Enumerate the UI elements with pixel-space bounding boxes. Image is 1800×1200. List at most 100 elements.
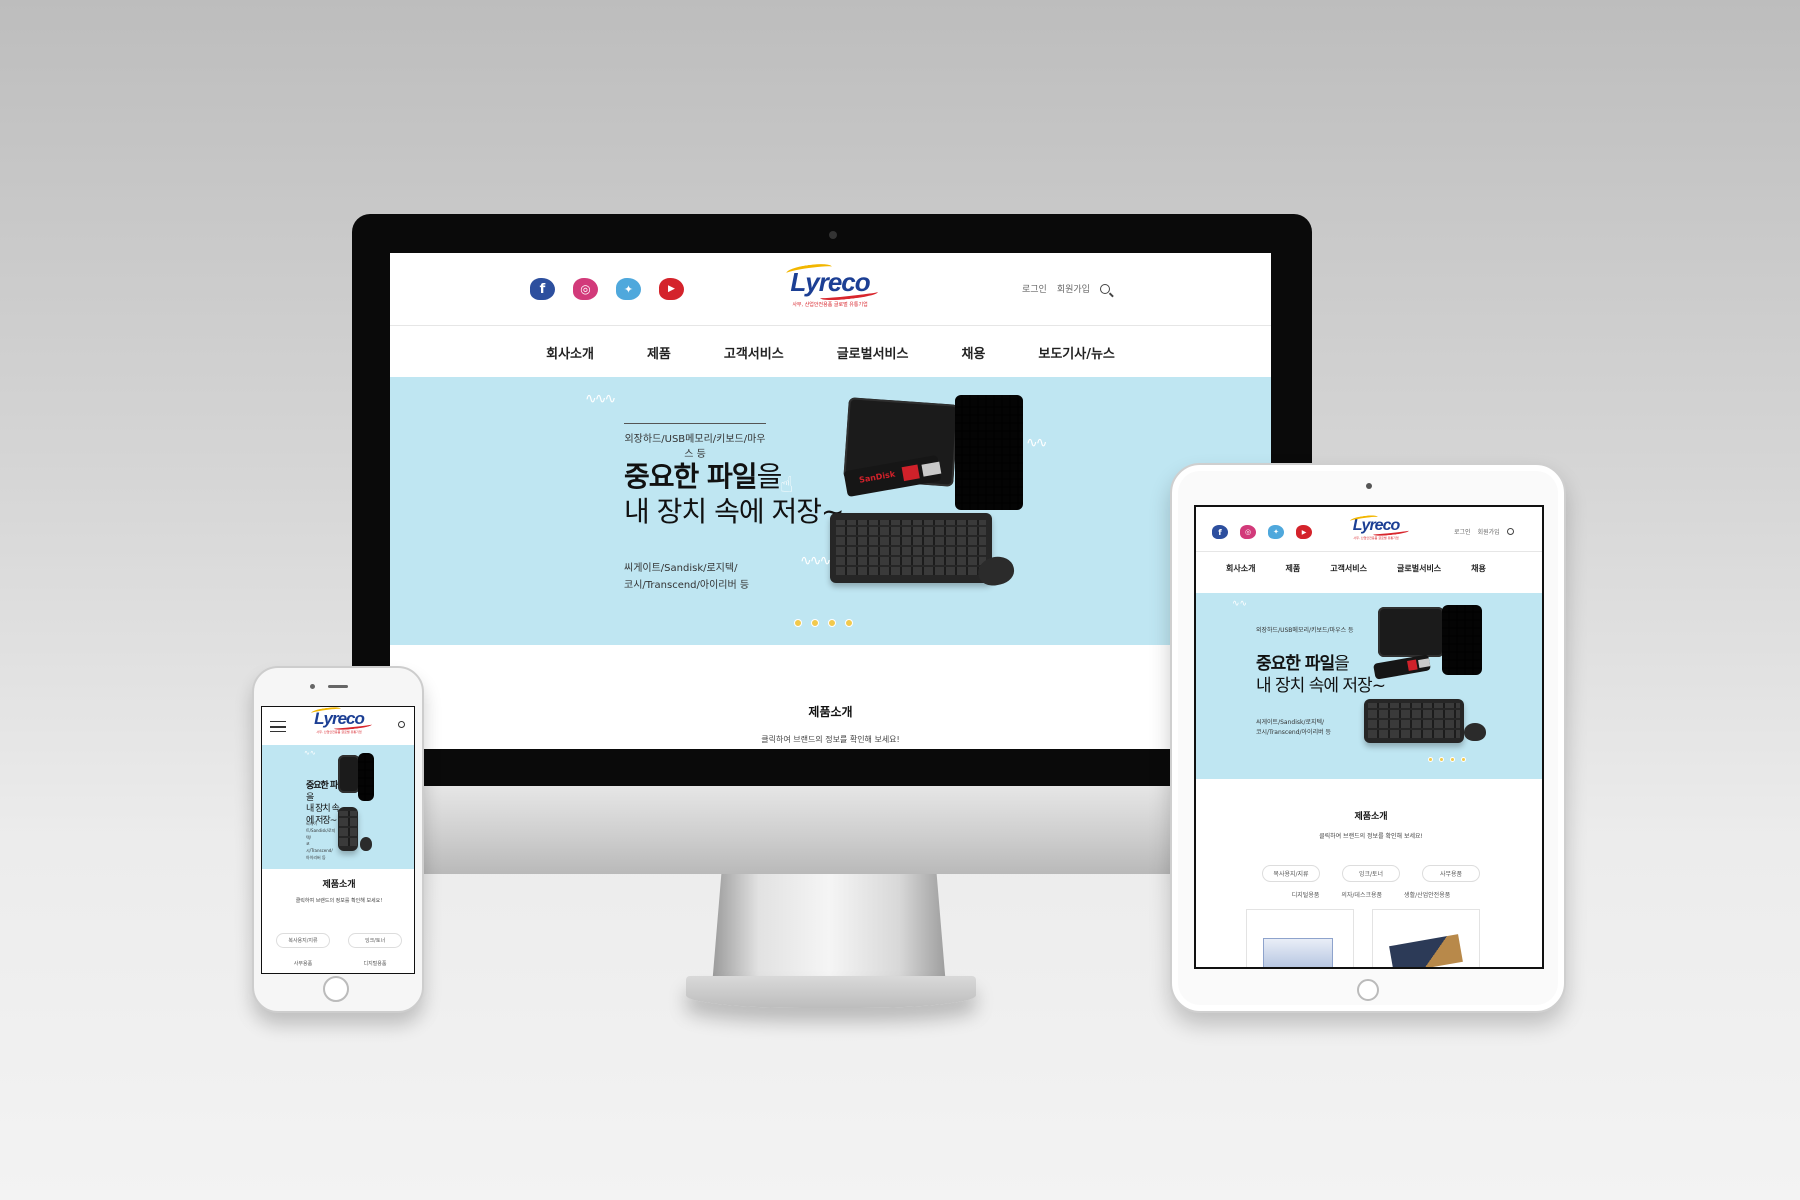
slide-dot-2[interactable] [1439,757,1444,762]
iphone-home-button [323,976,349,1002]
logo-tagline: 사무, 산업안전용품 글로벌 유통기업 [1353,536,1399,540]
signup-link[interactable]: 회원가입 [1478,527,1500,536]
instagram-icon[interactable]: ◎ [573,278,598,300]
category-chair-desk[interactable]: 의자/데스크용품 [1341,890,1382,899]
instagram-icon[interactable]: ◎ [1240,525,1256,539]
external-hdd-image [1442,605,1482,675]
category-digital[interactable]: 디지털용품 [1292,890,1320,899]
hero-banner[interactable]: ∿∿∿ 외장하드/USB메모리/키보드/마우스 등 중요한 파일을 내 장치 속… [390,377,1271,645]
section-title: 제품소개 [808,705,853,719]
wave-decoration: ∿∿ [1232,599,1248,609]
nav-news[interactable]: 보도기사/뉴스 [1038,343,1115,362]
signup-link[interactable]: 회원가입 [1057,282,1090,295]
mouse-pad-image [338,755,360,793]
section-subtitle: 클릭하여 브랜드의 정보를 확인해 보세요! [761,735,900,744]
site-logo[interactable]: Lyreco 사무, 산업안전용품 글로벌 유통기업 [770,261,890,308]
youtube-icon[interactable]: ▶ [659,278,684,300]
nav-customer-service[interactable]: 고객서비스 [724,343,784,362]
slide-dot-2[interactable] [811,619,819,627]
main-nav: 회사소개 제품 고객서비스 글로벌서비스 채용 보도기사/뉴스 [390,343,1271,362]
section-title: 제품소개 [322,880,356,890]
product-box-image [1389,934,1463,967]
hero-banner[interactable]: ∿∿ 중요한 파일을 내 장치 속에 저장~ 씨게이트/Sandisk/로지텍/… [262,745,414,869]
site-logo[interactable]: Lyreco 사무, 산업안전용품 글로벌 유통기업 [1336,514,1416,540]
wave-decoration-bottom: ∿∿∿ [800,553,831,569]
banner-eyebrow: 외장하드/USB메모리/키보드/마우스 등 [1256,627,1354,634]
imac-camera [829,231,837,239]
nav-recruit[interactable]: 채용 [1471,563,1486,574]
category-office-supplies[interactable]: 사무용품 [1422,865,1480,882]
category-copy-paper[interactable]: 복사용지/지류 [1262,865,1320,882]
category-office-supplies[interactable]: 사무용품 [276,960,330,967]
keyboard-image [1364,699,1464,743]
category-tabs: 복사용지/지류 잉크/토너 사무용품 디지털용품 의자/데스크용품 생활/산업안… [1246,865,1496,899]
banner-brands: 씨게이트/Sandisk/로지텍/ 코시/Transcend/아이리버 등 [1256,719,1332,737]
mouse-pad-image [1378,607,1444,657]
social-links: f ◎ ✦ ▶ [1212,525,1312,539]
external-hdd-image [955,395,1023,510]
category-ink-toner[interactable]: 잉크/토너 [1342,865,1400,882]
hero-banner[interactable]: ∿∿ 외장하드/USB메모리/키보드/마우스 등 중요한 파일을 내 장치 속에… [1196,593,1542,779]
header-divider [390,325,1271,326]
category-tabs: 복사용지/지류 잉크/토너 사무용품 디지털용품 [276,933,402,967]
wave-decoration: ∿∿∿ [585,391,616,407]
keyboard-image [338,807,358,851]
nav-global-service[interactable]: 글로벌서비스 [837,343,909,362]
site-logo[interactable]: Lyreco 사무, 산업안전용품 글로벌 유통기업 [294,707,384,734]
nav-about[interactable]: 회사소개 [1226,563,1255,574]
search-icon[interactable] [398,721,405,728]
twitter-icon[interactable]: ✦ [616,278,641,300]
mouse-image [360,837,372,851]
external-hdd-image [358,753,374,801]
imac-stand-base [686,976,976,1008]
imac-stand [712,874,946,986]
tablet-site: f ◎ ✦ ▶ Lyreco 사무, 산업안전용품 글로벌 유통기업 로그인 회… [1194,505,1544,969]
nav-products[interactable]: 제품 [647,343,671,362]
ipad-camera [1366,483,1372,489]
banner-brands: 씨게이트/Sandisk/로지텍/ 코시/Transcend/아이리버 등 [306,821,336,860]
logo-tagline: 사무, 산업안전용품 글로벌 유통기업 [792,302,868,308]
social-links: f ◎ ✦ ▶ [530,278,684,300]
section-subtitle: 클릭하여 브랜드의 정보를 확인해 보세요! [1319,833,1423,840]
slide-dot-3[interactable] [1450,757,1455,762]
slide-dot-3[interactable] [828,619,836,627]
search-icon[interactable] [1506,528,1514,535]
wave-decoration: ∿∿ [304,749,316,757]
banner-eyebrow: 외장하드/USB메모리/키보드/마우스 등 [624,423,766,460]
youtube-icon[interactable]: ▶ [1296,525,1312,539]
twitter-icon[interactable]: ✦ [1268,525,1284,539]
banner-headline: 중요한 파일을 내 장치 속에 저장~ [624,459,844,529]
nav-products[interactable]: 제품 [1285,563,1300,574]
slide-dot-1[interactable] [794,619,802,627]
facebook-icon[interactable]: f [1212,525,1228,539]
product-card-1[interactable] [1246,909,1354,967]
logo-tagline: 사무, 산업안전용품 글로벌 유통기업 [316,730,362,734]
usb-brand-label: SanDisk [858,469,896,485]
nav-recruit[interactable]: 채용 [961,343,985,362]
header-utils: 로그인 회원가입 [1454,527,1514,536]
nav-global-service[interactable]: 글로벌서비스 [1397,563,1441,574]
slide-dot-4[interactable] [1461,757,1466,762]
section-title: 제품소개 [1354,812,1388,822]
main-nav: 회사소개 제품 고객서비스 글로벌서비스 채용 [1226,563,1542,574]
search-icon[interactable] [1099,283,1114,298]
headline-suffix: 을 [756,460,783,493]
category-ink-toner[interactable]: 잉크/토너 [348,933,402,948]
banner-brands: 씨게이트/Sandisk/로지텍/ 코시/Transcend/아이리버 등 [624,563,750,591]
category-living-safety[interactable]: 생활/산업안전용품 [1404,890,1450,899]
keyboard-image [830,513,992,583]
slide-dot-4[interactable] [845,619,853,627]
login-link[interactable]: 로그인 [1454,527,1471,536]
nav-about[interactable]: 회사소개 [546,343,594,362]
product-card-2[interactable] [1372,909,1480,967]
hamburger-menu-icon[interactable] [270,721,286,732]
nav-customer-service[interactable]: 고객서비스 [1330,563,1367,574]
category-digital[interactable]: 디지털용품 [348,960,402,967]
slide-dot-1[interactable] [1428,757,1433,762]
category-copy-paper[interactable]: 복사용지/지류 [276,933,330,948]
facebook-icon[interactable]: f [530,278,555,300]
desktop-site: f ◎ ✦ ▶ Lyreco 사무, 산업안전용품 글로벌 유통기업 로그인 회… [390,253,1271,749]
headline-bold: 중요한 파일 [624,460,758,493]
slide-indicators [1428,757,1466,762]
login-link[interactable]: 로그인 [1022,282,1047,295]
